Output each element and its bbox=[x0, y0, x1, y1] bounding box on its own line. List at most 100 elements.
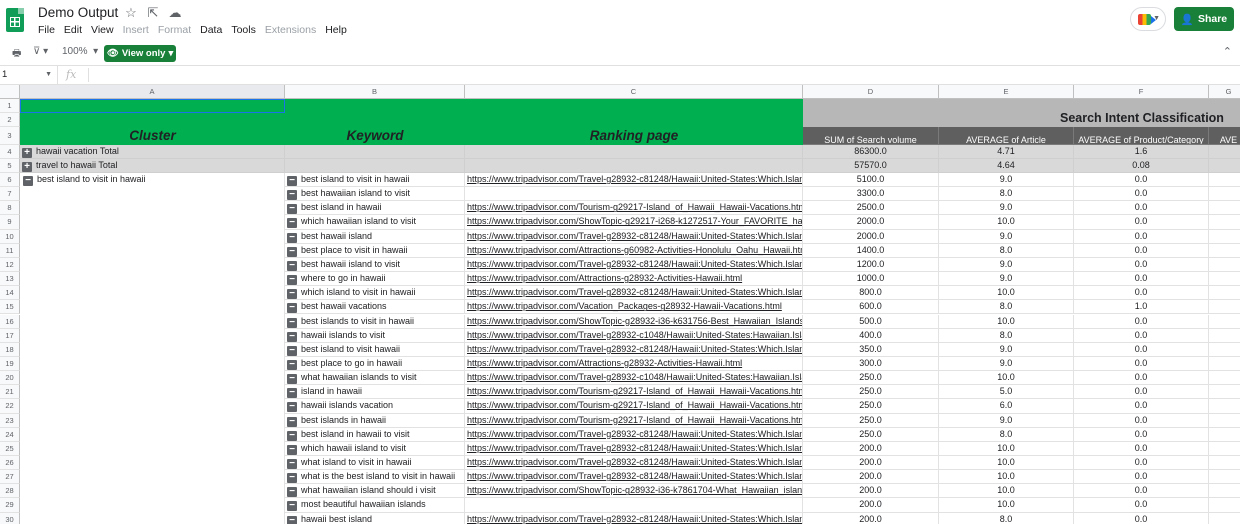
total-row-product[interactable]: 1.6 bbox=[1074, 145, 1209, 159]
product-cell[interactable]: 0.0 bbox=[1074, 484, 1209, 499]
row-header[interactable]: 10 bbox=[0, 229, 20, 244]
row-header[interactable]: 25 bbox=[0, 441, 20, 456]
product-cell[interactable]: 0.0 bbox=[1074, 413, 1209, 428]
search-volume-cell[interactable]: 250.0 bbox=[803, 413, 939, 428]
keyword-cell[interactable]: − best hawaii island bbox=[285, 229, 465, 244]
keyword-cell[interactable]: − where to go in hawaii bbox=[285, 272, 465, 287]
keyword-cell[interactable]: − hawaii islands to visit bbox=[285, 328, 465, 343]
collapse-group-icon[interactable]: − bbox=[287, 232, 297, 243]
column-header-e[interactable]: E bbox=[939, 85, 1074, 99]
article-cell[interactable]: 10.0 bbox=[939, 314, 1074, 329]
search-volume-cell[interactable]: 200.0 bbox=[803, 512, 939, 524]
keyword-cell[interactable]: − what island to visit in hawaii bbox=[285, 456, 465, 471]
row-header[interactable]: 1 bbox=[0, 99, 20, 113]
total-row-product[interactable]: 0.08 bbox=[1074, 159, 1209, 173]
row-header[interactable]: 15 bbox=[0, 300, 20, 315]
search-volume-cell[interactable]: 1000.0 bbox=[803, 272, 939, 287]
collapse-group-icon[interactable]: − bbox=[23, 176, 33, 186]
product-cell[interactable]: 0.0 bbox=[1074, 456, 1209, 471]
product-cell[interactable]: 0.0 bbox=[1074, 385, 1209, 400]
keyword-cell[interactable]: − best island to visit in hawaii bbox=[285, 173, 465, 188]
move-to-folder-icon[interactable]: ⇱ bbox=[146, 5, 160, 21]
collapse-group-icon[interactable]: − bbox=[287, 190, 297, 201]
menu-tools[interactable]: Tools bbox=[231, 24, 261, 36]
column-header-g[interactable]: G bbox=[1209, 85, 1240, 99]
row-header[interactable]: 27 bbox=[0, 470, 20, 485]
article-cell[interactable]: 5.0 bbox=[939, 385, 1074, 400]
product-cell[interactable]: 0.0 bbox=[1074, 512, 1209, 524]
extra-cell[interactable] bbox=[1209, 442, 1240, 456]
total-row-volume[interactable]: 86300.0 bbox=[803, 145, 939, 159]
article-cell[interactable]: 10.0 bbox=[939, 498, 1074, 513]
article-cell[interactable]: 8.0 bbox=[939, 187, 1074, 202]
extra-cell[interactable] bbox=[1209, 470, 1240, 485]
keyword-cell[interactable]: − best islands in hawaii bbox=[285, 413, 465, 428]
row-header[interactable]: 18 bbox=[0, 342, 20, 357]
total-row-page[interactable] bbox=[465, 159, 803, 173]
ranking-page-link[interactable]: https://www.tripadvisor.com/Travel-g2893… bbox=[465, 257, 803, 273]
article-cell[interactable]: 10.0 bbox=[939, 286, 1074, 301]
search-volume-cell[interactable]: 300.0 bbox=[803, 356, 939, 372]
search-volume-cell[interactable]: 500.0 bbox=[803, 314, 939, 329]
extra-cell[interactable] bbox=[1209, 498, 1240, 513]
row-header[interactable]: 12 bbox=[0, 257, 20, 273]
ranking-page-link[interactable]: https://www.tripadvisor.com/Travel-g2893… bbox=[465, 456, 803, 471]
article-cell[interactable]: 10.0 bbox=[939, 441, 1074, 456]
product-cell[interactable]: 0.0 bbox=[1074, 201, 1209, 216]
collapse-group-icon[interactable]: − bbox=[287, 402, 297, 413]
menu-data[interactable]: Data bbox=[200, 24, 227, 36]
article-cell[interactable]: 9.0 bbox=[939, 413, 1074, 428]
keyword-cell[interactable]: − what hawaiian islands to visit bbox=[285, 371, 465, 386]
share-button[interactable]: 👤 Share bbox=[1174, 7, 1234, 31]
ranking-page-link[interactable] bbox=[465, 187, 803, 202]
extra-cell[interactable] bbox=[1209, 385, 1240, 400]
collapse-group-icon[interactable]: − bbox=[287, 260, 297, 271]
cloud-status-icon[interactable]: ☁ bbox=[168, 5, 182, 21]
article-cell[interactable]: 9.0 bbox=[939, 173, 1074, 188]
row-header[interactable]: 26 bbox=[0, 456, 20, 471]
product-cell[interactable]: 0.0 bbox=[1074, 328, 1209, 343]
product-cell[interactable]: 1.0 bbox=[1074, 300, 1209, 315]
article-cell[interactable]: 9.0 bbox=[939, 356, 1074, 372]
ranking-page-link[interactable]: https://www.tripadvisor.com/Vacation_Pac… bbox=[465, 300, 803, 315]
article-cell[interactable]: 10.0 bbox=[939, 470, 1074, 485]
row-header[interactable]: 28 bbox=[0, 484, 20, 499]
meet-button[interactable]: ▼ bbox=[1130, 7, 1166, 31]
ranking-page-link[interactable]: https://www.tripadvisor.com/Travel-g2893… bbox=[465, 342, 803, 357]
collapse-group-icon[interactable]: − bbox=[287, 430, 297, 441]
row-header[interactable]: 19 bbox=[0, 356, 20, 372]
search-volume-cell[interactable]: 1400.0 bbox=[803, 243, 939, 258]
extra-cell[interactable] bbox=[1209, 513, 1240, 524]
product-cell[interactable]: 0.0 bbox=[1074, 470, 1209, 485]
search-volume-cell[interactable]: 3300.0 bbox=[803, 187, 939, 202]
collapse-group-icon[interactable]: − bbox=[287, 275, 297, 286]
zoom-select[interactable]: 100% ▾ bbox=[62, 46, 98, 57]
menu-extensions[interactable]: Extensions bbox=[265, 24, 321, 36]
menu-edit[interactable]: Edit bbox=[64, 24, 87, 36]
extra-cell[interactable] bbox=[1209, 230, 1240, 244]
product-cell[interactable]: 0.0 bbox=[1074, 257, 1209, 273]
row-header[interactable]: 22 bbox=[0, 399, 20, 414]
search-volume-cell[interactable]: 2000.0 bbox=[803, 229, 939, 244]
search-volume-cell[interactable]: 200.0 bbox=[803, 456, 939, 471]
row-header[interactable]: 21 bbox=[0, 385, 20, 400]
ranking-page-link[interactable]: https://www.tripadvisor.com/Attractions-… bbox=[465, 356, 803, 372]
extra-cell[interactable] bbox=[1209, 484, 1240, 499]
collapse-group-icon[interactable]: − bbox=[287, 331, 297, 342]
menu-file[interactable]: File bbox=[38, 24, 60, 36]
collapse-group-icon[interactable]: − bbox=[287, 416, 297, 427]
product-cell[interactable]: 0.0 bbox=[1074, 187, 1209, 202]
search-volume-cell[interactable]: 350.0 bbox=[803, 342, 939, 357]
keyword-cell[interactable]: − best place to go in hawaii bbox=[285, 356, 465, 372]
product-cell[interactable]: 0.0 bbox=[1074, 371, 1209, 386]
row-header[interactable]: 9 bbox=[0, 215, 20, 230]
keyword-cell[interactable]: − best island in hawaii to visit bbox=[285, 427, 465, 442]
column-header-c[interactable]: C bbox=[465, 85, 803, 99]
collapse-group-icon[interactable]: − bbox=[287, 501, 297, 512]
article-cell[interactable]: 9.0 bbox=[939, 229, 1074, 244]
ranking-page-link[interactable]: https://www.tripadvisor.com/Attractions-… bbox=[465, 243, 803, 258]
product-cell[interactable]: 0.0 bbox=[1074, 342, 1209, 357]
keyword-cell[interactable]: − what hawaiian island should i visit bbox=[285, 484, 465, 499]
extra-cell[interactable] bbox=[1209, 258, 1240, 273]
keyword-cell[interactable]: − best island to visit hawaii bbox=[285, 342, 465, 357]
